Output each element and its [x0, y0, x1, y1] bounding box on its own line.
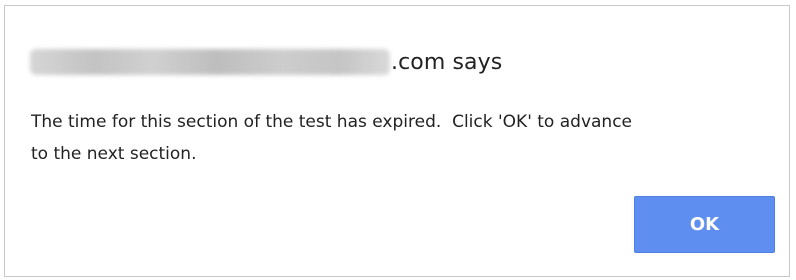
ok-button[interactable]: OK — [634, 196, 775, 253]
alert-dialog: .com says The time for this section of t… — [4, 5, 790, 277]
dialog-message: The time for this section of the test ha… — [31, 112, 633, 164]
dialog-title-suffix: .com says — [391, 49, 503, 75]
dialog-title: .com says — [30, 46, 502, 78]
redacted-hostname — [30, 49, 390, 75]
